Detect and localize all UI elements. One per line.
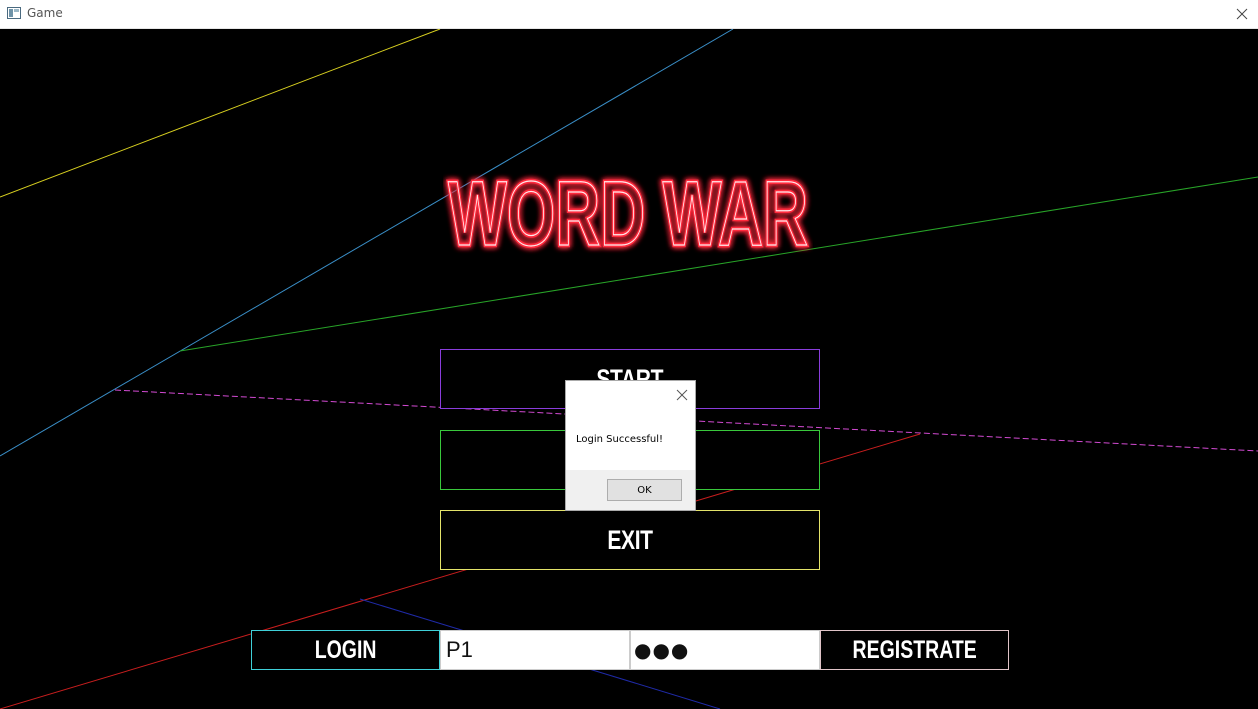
- login-button[interactable]: LOGIN: [251, 630, 440, 670]
- logo-text-highlight: WORD WAR: [448, 163, 808, 255]
- dialog-body: Login Successful!: [566, 381, 695, 470]
- dialog-message: Login Successful!: [576, 434, 664, 445]
- close-icon[interactable]: [1232, 4, 1252, 24]
- yellow-line: [0, 29, 441, 198]
- password-value: ●●●: [634, 638, 690, 662]
- window-title: Game: [27, 6, 63, 20]
- exit-button[interactable]: EXIT: [440, 510, 820, 570]
- login-button-label: LOGIN: [314, 635, 377, 664]
- message-dialog: Login Successful! OK: [565, 380, 696, 511]
- app-icon: [7, 7, 21, 19]
- register-button-label: REGISTRATE: [852, 635, 977, 664]
- window-titlebar: Game: [0, 0, 1258, 29]
- username-value: P1: [446, 637, 473, 662]
- dialog-close-icon[interactable]: [675, 388, 689, 402]
- username-input[interactable]: P1: [440, 630, 630, 670]
- password-input[interactable]: ●●●: [630, 630, 820, 670]
- exit-button-label: EXIT: [607, 524, 653, 555]
- ok-button[interactable]: OK: [607, 479, 682, 501]
- game-logo: WORD WAR WORD WAR: [446, 163, 811, 255]
- register-button[interactable]: REGISTRATE: [820, 630, 1009, 670]
- game-canvas: WORD WAR WORD WAR START EXIT LOGIN P1 ●●…: [0, 29, 1258, 709]
